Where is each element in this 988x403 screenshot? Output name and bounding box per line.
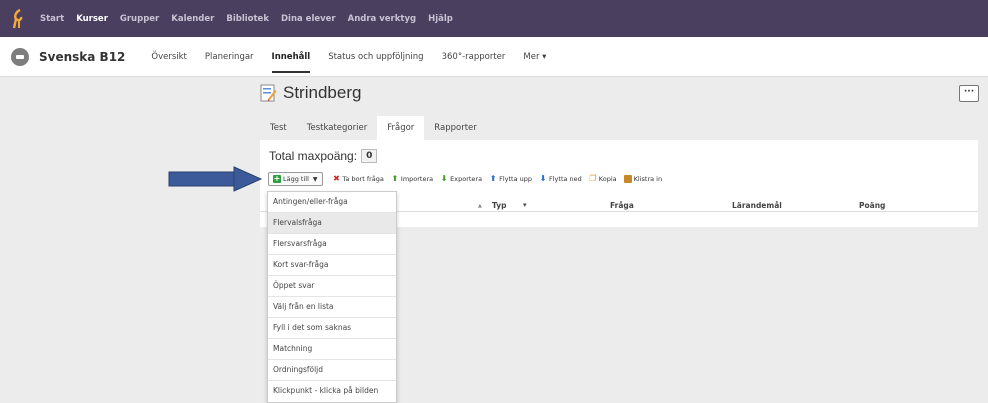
top-navigation: Start Kurser Grupper Kalender Bibliotek … (0, 0, 988, 37)
delete-question-button[interactable]: ✖ Ta bort fråga (333, 174, 384, 184)
menu-item-kort-svar[interactable]: Kort svar-fråga (268, 255, 396, 276)
nav-kurser[interactable]: Kurser (76, 14, 108, 24)
column-fraga[interactable]: Fråga (610, 201, 634, 210)
pointer-arrow-icon (168, 166, 263, 192)
test-icon (260, 84, 277, 102)
paste-icon (623, 175, 632, 183)
course-bar: Svenska B12 Översikt Planeringar Innehål… (0, 37, 988, 77)
menu-item-valj-fran-lista[interactable]: Välj från en lista (268, 297, 396, 318)
import-button[interactable]: ⬆ Importera (391, 174, 434, 184)
copy-label: Kopia (598, 175, 617, 183)
course-tab-mer[interactable]: Mer ▾ (523, 37, 546, 77)
course-tab-oversikt[interactable]: Översikt (151, 37, 187, 77)
delete-label: Ta bort fråga (342, 175, 384, 183)
copy-icon: ❐ (589, 174, 597, 183)
course-tab-status[interactable]: Status och uppföljning (328, 37, 423, 77)
menu-item-ordningsfoljd[interactable]: Ordningsföljd (268, 360, 396, 381)
nav-andra-verktyg[interactable]: Andra verktyg (348, 14, 416, 24)
menu-item-fyll-i[interactable]: Fyll i det som saknas (268, 318, 396, 339)
nav-grupper[interactable]: Grupper (120, 14, 159, 24)
move-up-button[interactable]: ⬆ Flytta upp (489, 174, 532, 184)
tab-test[interactable]: Test (260, 123, 297, 140)
course-tab-360-rapporter[interactable]: 360°-rapporter (442, 37, 506, 77)
move-down-button[interactable]: ⬇ Flytta ned (539, 174, 582, 184)
arrow-down-icon: ⬇ (539, 174, 547, 183)
nav-kalender[interactable]: Kalender (171, 14, 214, 24)
questions-toolbar: + Lägg till ▼ ✖ Ta bort fråga ⬆ Importer… (268, 172, 669, 186)
arrow-up-icon: ⬆ (391, 174, 399, 183)
nav-dina-elever[interactable]: Dina elever (281, 14, 336, 24)
move-up-label: Flytta upp (499, 175, 532, 183)
add-label: Lägg till (283, 175, 309, 183)
move-down-label: Flytta ned (549, 175, 582, 183)
sort-asc-icon[interactable]: ▲ (478, 203, 482, 209)
nav-start[interactable]: Start (40, 14, 64, 24)
course-tab-innehall[interactable]: Innehåll (271, 37, 310, 77)
tab-testkategorier[interactable]: Testkategorier (297, 123, 377, 140)
content-tabs: Test Testkategorier Frågor Rapporter (260, 114, 487, 140)
export-label: Exportera (450, 175, 483, 183)
arrow-down-icon: ⬇ (440, 174, 448, 183)
add-question-button[interactable]: + Lägg till ▼ (268, 172, 323, 186)
nav-hjalp[interactable]: Hjälp (428, 14, 453, 24)
column-poang[interactable]: Poäng (859, 201, 885, 210)
paste-button[interactable]: Klistra in (623, 175, 663, 183)
tab-fragor[interactable]: Frågor (377, 116, 425, 140)
more-options-button[interactable]: ··· (959, 85, 979, 102)
itslearning-logo-icon[interactable] (10, 8, 28, 30)
menu-item-oppet-svar[interactable]: Öppet svar (268, 276, 396, 297)
menu-item-klickpunkt[interactable]: Klickpunkt - klicka på bilden (268, 381, 396, 402)
max-points-value: 0 (361, 149, 378, 163)
course-icon (11, 47, 29, 66)
arrow-up-icon: ⬆ (489, 174, 497, 183)
course-title[interactable]: Svenska B12 (39, 50, 125, 64)
menu-item-antingen-eller[interactable]: Antingen/eller-fråga (268, 192, 396, 213)
nav-bibliotek[interactable]: Bibliotek (226, 14, 269, 24)
paste-label: Klistra in (633, 175, 663, 183)
max-points-label: Total maxpoäng: (269, 149, 358, 163)
page-title: Strindberg (283, 83, 362, 102)
menu-item-matchning[interactable]: Matchning (268, 339, 396, 360)
menu-item-flersvarsfraga[interactable]: Flersvarsfråga (268, 234, 396, 255)
x-icon: ✖ (333, 174, 340, 183)
column-typ-menu-icon[interactable]: ▾ (523, 201, 527, 209)
course-tab-planeringar[interactable]: Planeringar (205, 37, 254, 77)
export-button[interactable]: ⬇ Exportera (440, 174, 483, 184)
max-points-row: Total maxpoäng: 0 (269, 149, 378, 163)
menu-item-flervalsfraga[interactable]: Flervalsfråga (268, 213, 396, 234)
add-question-dropdown: Antingen/eller-fråga Flervalsfråga Flers… (267, 191, 397, 403)
import-label: Importera (400, 175, 434, 183)
chevron-down-icon: ▼ (312, 175, 318, 183)
plus-icon: + (273, 174, 281, 183)
copy-button[interactable]: ❐ Kopia (589, 174, 617, 184)
tab-rapporter[interactable]: Rapporter (424, 123, 486, 140)
column-larandemal[interactable]: Lärandemål (732, 201, 782, 210)
column-typ[interactable]: Typ (492, 201, 506, 210)
page-header: Strindberg (259, 83, 361, 103)
